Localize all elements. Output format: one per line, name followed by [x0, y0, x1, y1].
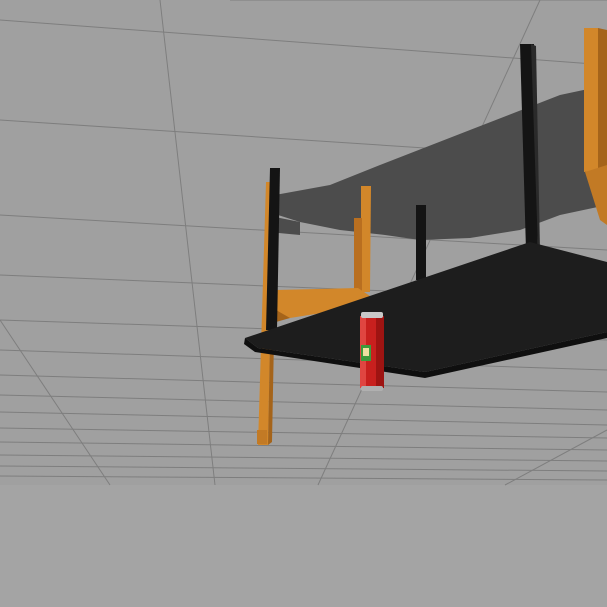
scene-canvas — [0, 0, 607, 607]
soda-can — [360, 312, 384, 391]
horizon-band — [0, 485, 607, 607]
ground-plane — [0, 0, 607, 485]
simulation-viewport[interactable] — [0, 0, 607, 607]
